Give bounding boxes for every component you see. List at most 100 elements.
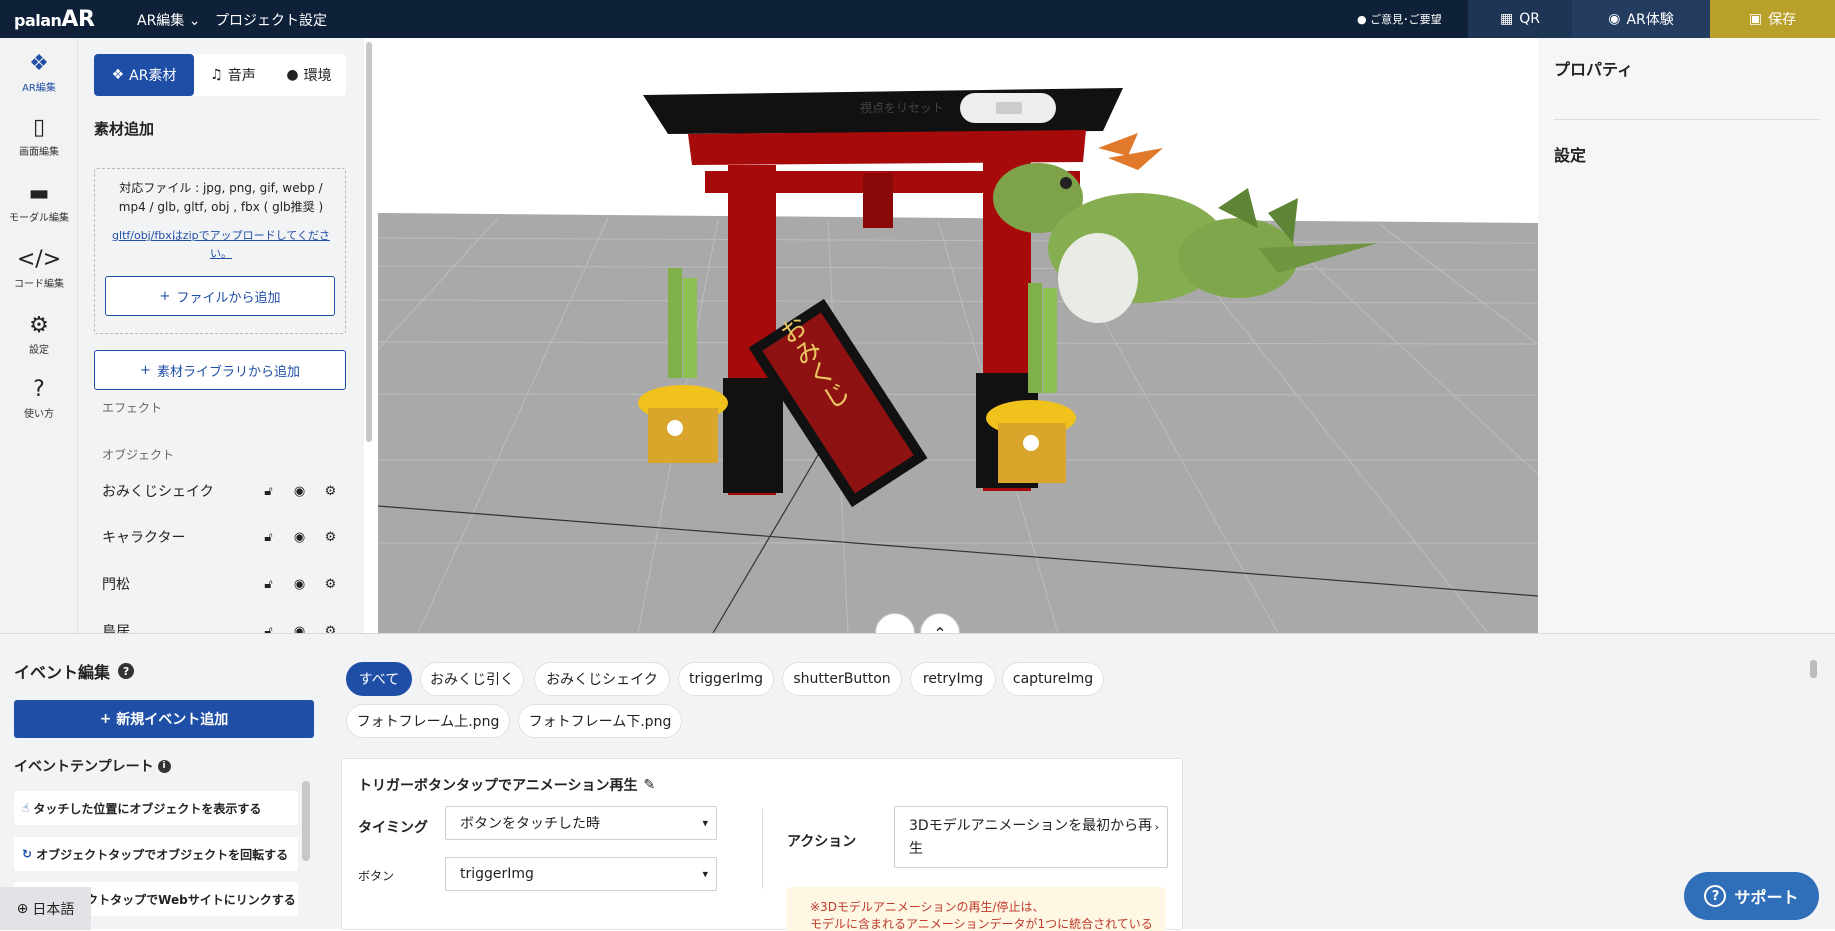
filter-chip[interactable]: retryImg xyxy=(910,662,996,696)
timing-value: ボタンをタッチした時 xyxy=(460,816,600,832)
object-row[interactable]: 鳥居 🔓︎ ◉ ⚙ xyxy=(102,619,346,634)
ar-experience-button[interactable]: ◉ AR体験 xyxy=(1572,0,1710,38)
ground-plane xyxy=(378,213,1538,633)
hand-pointer-icon: ☝ xyxy=(22,801,30,815)
edit-icon[interactable]: ✎ xyxy=(643,777,655,793)
divider xyxy=(1554,119,1820,120)
event-card: トリガーボタンタップでアニメーション再生 ✎ タイミング ボタンをタッチした時 … xyxy=(341,758,1183,931)
comment-icon: ▬ xyxy=(28,181,50,206)
rail-item-code-edit[interactable]: </> コード編集 xyxy=(0,247,78,291)
unlock-icon[interactable]: 🔓︎ xyxy=(253,530,284,545)
asset-panel: ❖ AR素材 ♫ 音声 ● 環境 素材追加 対応ファイル : jpg, png,… xyxy=(78,38,364,633)
event-editor-title: イベント編集 ? xyxy=(14,659,135,683)
tab-label: 音声 xyxy=(227,68,256,84)
add-from-file-button[interactable]: + ファイルから追加 xyxy=(105,276,335,316)
filter-chip[interactable]: フォトフレーム上.png xyxy=(346,704,510,738)
cubes-icon: ❖ xyxy=(111,67,125,83)
action-label: アクション xyxy=(787,834,857,850)
language-selector[interactable]: ⊕ 日本語 xyxy=(0,887,91,930)
asset-panel-scrollbar[interactable] xyxy=(366,42,372,442)
filter-chip[interactable]: フォトフレーム下.png xyxy=(518,704,682,738)
help-icon[interactable]: ? xyxy=(118,663,135,679)
zip-link-line: い。 xyxy=(210,247,232,260)
question-icon: ? xyxy=(33,377,45,402)
zip-link-line: gltf/obj/fbxはzipでアップロードしてくださ xyxy=(112,229,330,242)
add-from-library-button[interactable]: + 素材ライブラリから追加 xyxy=(94,350,346,390)
gear-icon[interactable]: ⚙ xyxy=(315,624,346,634)
gear-icon[interactable]: ⚙ xyxy=(315,577,346,592)
qr-icon: ▦ xyxy=(1500,11,1514,27)
filter-chip[interactable]: captureImg xyxy=(1002,662,1104,696)
rail-item-screen-edit[interactable]: ▯ 画面編集 xyxy=(0,116,78,159)
3d-scene: おみくじ xyxy=(378,38,1538,633)
template-item[interactable]: ↻ オブジェクトタップでオブジェクトを回転する xyxy=(14,837,298,871)
new-event-button[interactable]: + 新規イベント追加 xyxy=(14,700,314,738)
filter-chip-all[interactable]: すべて xyxy=(346,662,412,696)
save-button[interactable]: ▣ 保存 xyxy=(1710,0,1835,38)
eye-icon[interactable]: ◉ xyxy=(284,530,315,545)
rail-item-ar-edit[interactable]: ❖ AR編集 xyxy=(0,52,78,95)
chevron-down-icon: › xyxy=(1154,820,1159,834)
action-select[interactable]: 3Dモデルアニメーションを最初から再 生 › xyxy=(894,806,1168,868)
language-label: 日本語 xyxy=(32,901,75,918)
info-icon[interactable]: i xyxy=(157,759,171,773)
logo-text-big: AR xyxy=(61,7,95,32)
button-select[interactable]: triggerImg ▾ xyxy=(445,857,717,891)
menu-project-settings[interactable]: プロジェクト設定 xyxy=(215,10,327,30)
template-label: オブジェクトタップでオブジェクトを回転する xyxy=(36,847,289,862)
add-from-file-label: ファイルから追加 xyxy=(176,290,281,306)
tab-audio[interactable]: ♫ 音声 xyxy=(194,54,272,96)
rail-item-settings[interactable]: ⚙ 設定 xyxy=(0,314,78,357)
object-row[interactable]: おみくじシェイク 🔓︎ ◉ ⚙ xyxy=(102,479,346,503)
feedback-label: ご意見･ご要望 xyxy=(1370,13,1442,26)
objects-label: オブジェクト xyxy=(102,448,175,462)
gear-icon[interactable]: ⚙ xyxy=(315,484,346,499)
eye-icon[interactable]: ◉ xyxy=(284,484,315,499)
unlock-icon[interactable]: 🔓︎ xyxy=(253,484,284,499)
file-types-line: 対応ファイル : jpg, png, gif, webp / xyxy=(119,181,323,195)
eye-icon[interactable]: ◉ xyxy=(284,624,315,634)
eye-icon[interactable]: ◉ xyxy=(284,577,315,592)
button-value: triggerImg xyxy=(460,866,534,882)
qr-button[interactable]: ▦ QR xyxy=(1468,0,1572,38)
tab-environment[interactable]: ● 環境 xyxy=(272,54,346,96)
template-scrollbar[interactable] xyxy=(302,781,310,861)
chevron-down-icon: ▾ xyxy=(702,867,708,881)
warning-line: ※3Dモデルアニメーションの再生/停止は、 xyxy=(810,900,1045,914)
event-template-title-text: イベントテンプレート xyxy=(14,759,154,775)
zip-upload-link[interactable]: gltf/obj/fbxはzipでアップロードしてくださ い。 xyxy=(103,227,339,263)
tab-ar-assets[interactable]: ❖ AR素材 xyxy=(94,54,194,96)
feedback-link[interactable]: ● ご意見･ご要望 xyxy=(1357,11,1442,27)
event-editor-scrollbar[interactable] xyxy=(1810,660,1817,678)
object-name: 門松 xyxy=(102,577,130,593)
code-icon: </> xyxy=(16,247,62,272)
timing-label: タイミング xyxy=(358,820,428,836)
rail-item-modal-edit[interactable]: ▬ モーダル編集 xyxy=(0,181,78,225)
reset-view-toggle[interactable] xyxy=(960,93,1056,123)
file-drop-zone[interactable]: 対応ファイル : jpg, png, gif, webp / mp4 / glb… xyxy=(94,168,346,334)
gear-icon[interactable]: ⚙ xyxy=(315,530,346,545)
event-card-title: トリガーボタンタップでアニメーション再生 ✎ xyxy=(358,775,655,795)
template-item[interactable]: ☝ タッチした位置にオブジェクトを表示する xyxy=(14,791,298,825)
filter-chip[interactable]: おみくじシェイク xyxy=(534,662,670,696)
section-title-add-asset: 素材追加 xyxy=(94,120,155,138)
unlock-icon[interactable]: 🔓︎ xyxy=(253,624,284,634)
menu-ar-edit[interactable]: AR編集 ⌄ xyxy=(137,10,201,30)
rail-item-help[interactable]: ? 使い方 xyxy=(0,377,78,421)
filter-chip[interactable]: shutterButton xyxy=(782,662,902,696)
tab-label: AR素材 xyxy=(129,68,177,84)
event-editor-title-text: イベント編集 xyxy=(14,663,111,682)
menu-ar-edit-label: AR編集 xyxy=(137,13,185,29)
filter-chip[interactable]: triggerImg xyxy=(678,662,774,696)
lightbulb-icon: ● xyxy=(286,67,299,83)
unlock-icon[interactable]: 🔓︎ xyxy=(253,577,284,592)
rotate-icon: ↻ xyxy=(22,847,33,861)
timing-select[interactable]: ボタンをタッチした時 ▾ xyxy=(445,806,717,840)
filter-chip[interactable]: おみくじ引く xyxy=(420,662,524,696)
3d-viewport[interactable]: おみくじ 視点をリセット xyxy=(378,38,1538,633)
template-label: タッチした位置にオブジェクトを表示する xyxy=(33,801,262,816)
support-button[interactable]: ? サポート xyxy=(1684,872,1819,920)
object-row[interactable]: キャラクター 🔓︎ ◉ ⚙ xyxy=(102,525,346,549)
app-logo[interactable]: palanAR xyxy=(14,7,95,32)
object-row[interactable]: 門松 🔓︎ ◉ ⚙ xyxy=(102,572,346,596)
